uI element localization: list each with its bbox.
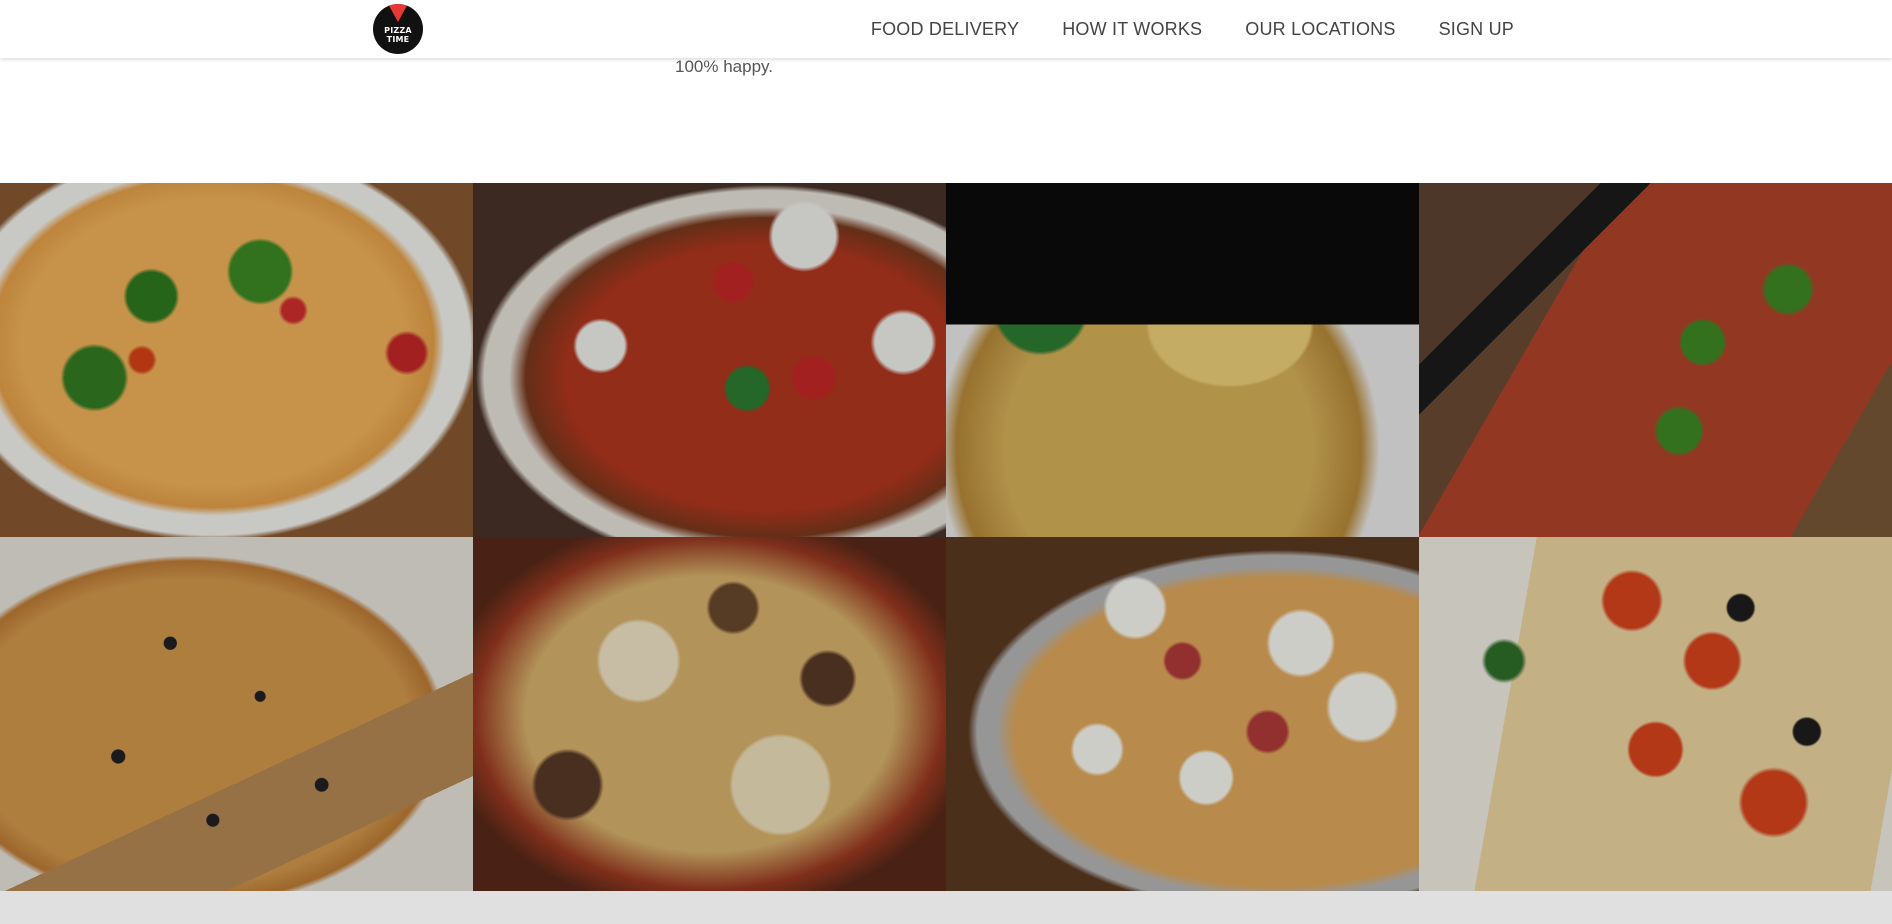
photo-shade [473, 537, 946, 891]
photo-shade [1419, 537, 1892, 891]
logo-text: PIZZA TIME [384, 26, 412, 44]
pizza-slice-icon [387, 4, 409, 22]
pizza-time-logo[interactable]: PIZZA TIME [373, 4, 423, 54]
gallery-photo-margherita-pizza[interactable] [473, 183, 946, 537]
pizza-gallery [0, 183, 1892, 891]
nav-link-how-it-works[interactable]: HOW IT WORKS [1062, 19, 1202, 40]
photo-shade [473, 183, 946, 537]
sticky-nav: PIZZA TIME FOOD DELIVERY HOW IT WORKS OU… [0, 0, 1892, 58]
gallery-photo-rectangular-arugula-pizza[interactable] [1419, 183, 1892, 537]
nav-link-our-locations[interactable]: OUR LOCATIONS [1245, 19, 1395, 40]
next-section-strip [0, 891, 1892, 924]
gallery-photo-egg-salami-pizza[interactable] [946, 537, 1419, 891]
photo-shade [946, 183, 1419, 537]
gallery-photo-mushroom-cheese-pizza[interactable] [473, 537, 946, 891]
logo-text-line2: TIME [386, 35, 410, 44]
gallery-photo-olive-rosemary-pizza[interactable] [0, 537, 473, 891]
nav-link-sign-up[interactable]: SIGN UP [1439, 19, 1514, 40]
nav-link-food-delivery[interactable]: FOOD DELIVERY [871, 19, 1019, 40]
photo-shade [946, 537, 1419, 891]
photo-shade [0, 537, 473, 891]
gallery-photo-tomato-tart-pizza[interactable] [1419, 537, 1892, 891]
photo-shade [0, 183, 473, 537]
photo-shade [1419, 183, 1892, 537]
gallery-photo-arugula-tomato-pizza[interactable] [0, 183, 473, 537]
main-nav: FOOD DELIVERY HOW IT WORKS OUR LOCATIONS… [871, 0, 1514, 58]
logo-text-line1: PIZZA [384, 26, 412, 35]
gallery-photo-cheesy-slice-pizza[interactable] [946, 183, 1419, 537]
